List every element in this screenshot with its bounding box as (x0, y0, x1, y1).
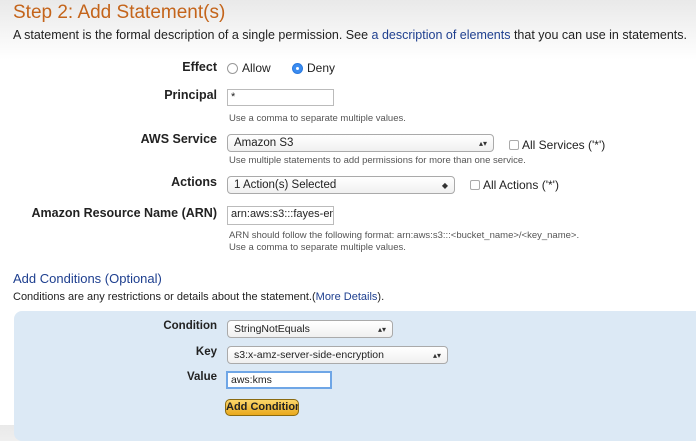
add-condition-button[interactable]: Add Condition (225, 399, 299, 416)
actions-select[interactable]: 1 Action(s) Selected ◆ (227, 176, 455, 194)
service-value: Amazon S3 (234, 137, 294, 149)
arn-input[interactable]: arn:aws:s3:::fayes-enc (227, 206, 334, 225)
principal-input[interactable]: * (227, 89, 334, 106)
radio-icon (227, 62, 238, 74)
actions-value: 1 Action(s) Selected (234, 179, 337, 191)
all-services-label: All Services ('*') (522, 138, 606, 152)
service-select[interactable]: Amazon S3 ▴▾ (227, 134, 494, 152)
radio-deny[interactable]: Deny (292, 61, 335, 75)
key-value: s3:x-amz-server-side-encryption (234, 349, 384, 361)
all-services-checkbox[interactable]: All Services ('*') (509, 138, 605, 152)
conditions-desc-after: ). (377, 291, 385, 303)
conditions-desc-before: Conditions are any restrictions or detai… (13, 291, 316, 303)
allow-label: Allow (242, 61, 271, 75)
updown-arrow-icon: ▴▾ (478, 138, 487, 148)
intro-after: that you can use in statements. (510, 28, 687, 42)
service-label: AWS Service (140, 132, 217, 146)
value-input[interactable]: aws:kms (226, 371, 332, 389)
key-label: Key (195, 346, 217, 358)
arn-hint-format: ARN should follow the following format: … (229, 230, 580, 241)
condition-value: StringNotEquals (234, 323, 310, 335)
dropdown-arrow-icon: ◆ (441, 180, 448, 190)
deny-label: Deny (307, 61, 336, 75)
more-details-link[interactable]: More Details (316, 291, 378, 303)
effect-label: Effect (182, 60, 217, 74)
arn-hint-comma: Use a comma to separate multiple values. (229, 242, 406, 253)
key-select[interactable]: s3:x-amz-server-side-encryption ▴▾ (227, 346, 448, 364)
updown-arrow-icon: ▴▾ (432, 350, 441, 360)
radio-allow[interactable]: Allow (227, 61, 271, 75)
principal-label: Principal (164, 88, 217, 102)
checkbox-icon (509, 140, 519, 150)
conditions-title: Add Conditions (Optional) (13, 271, 162, 286)
principal-hint: Use a comma to separate multiple values. (229, 113, 406, 124)
conditions-desc: Conditions are any restrictions or detai… (13, 291, 384, 303)
page-title: Step 2: Add Statement(s) (13, 2, 226, 23)
arn-hint: ARN should follow the following format: … (229, 230, 579, 254)
value-label: Value (186, 371, 217, 383)
arn-label: Amazon Resource Name (ARN) (31, 206, 217, 220)
condition-label: Condition (163, 320, 217, 332)
condition-select[interactable]: StringNotEquals ▴▾ (227, 320, 393, 338)
description-link[interactable]: a description of elements (372, 28, 511, 42)
checkbox-icon (470, 180, 480, 190)
service-hint: Use multiple statements to add permissio… (229, 155, 526, 166)
actions-label: Actions (171, 175, 217, 189)
intro-text: A statement is the formal description of… (13, 28, 687, 42)
all-actions-label: All Actions ('*') (483, 178, 559, 192)
intro-before: A statement is the formal description of… (13, 28, 372, 42)
updown-arrow-icon: ▴▾ (377, 324, 386, 334)
all-actions-checkbox[interactable]: All Actions ('*') (470, 178, 559, 192)
radio-selected-icon (292, 62, 303, 74)
